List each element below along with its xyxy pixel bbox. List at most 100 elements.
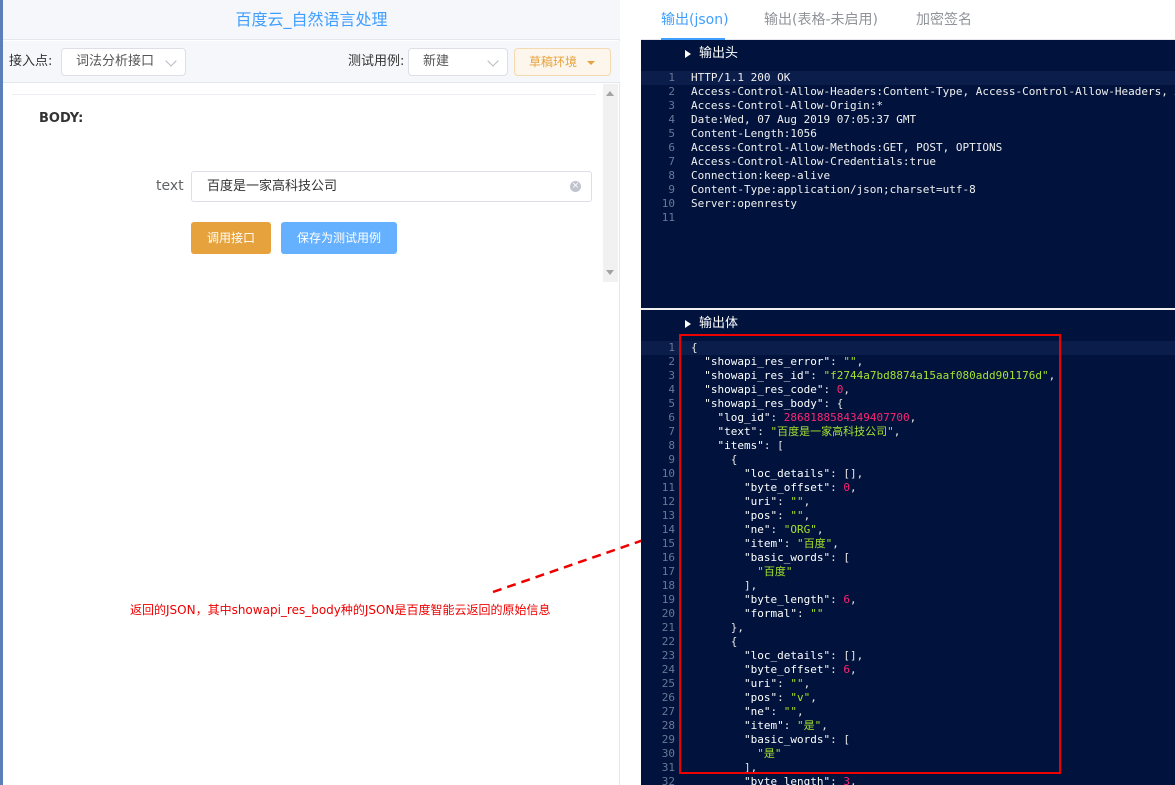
testcase-label: 测试用例: (348, 54, 405, 69)
clear-icon[interactable]: × (570, 181, 581, 192)
code-line: 20 "formal": "" (641, 607, 1175, 621)
line-number: 7 (668, 155, 675, 168)
line-number: 14 (661, 523, 675, 536)
code-line: 8 Connection:keep-alive (641, 169, 1175, 183)
code-text: "byte_offset": 0, (743, 481, 857, 494)
code-line: 6 "log_id": 2868188584349407700, (641, 411, 1175, 425)
code-line: 32 "byte_length": 3, (641, 775, 1175, 785)
line-number: 16 (661, 551, 675, 564)
scroll-down-icon[interactable] (606, 270, 614, 275)
code-text: "是" (757, 747, 782, 760)
code-text: "byte_length": 3, (743, 775, 857, 785)
form-scrollbar[interactable] (603, 84, 618, 282)
text-param-value: 百度是一家高科技公司 (207, 179, 338, 194)
line-number: 11 (661, 211, 675, 224)
code-text: "formal": "" (743, 607, 824, 620)
environment-dropdown-button[interactable]: 草稿环境 (514, 48, 611, 76)
code-text: "showapi_res_id": "f2744a7bd8874a15aaf08… (704, 369, 1056, 382)
code-text: { (691, 341, 698, 354)
code-text: Server:openresty (691, 197, 797, 210)
line-number: 5 (668, 397, 675, 410)
line-number: 19 (661, 593, 675, 606)
code-text: Content-Type:application/json;charset=ut… (691, 183, 976, 196)
code-text: "pos": "v", (743, 691, 817, 704)
endpoint-select[interactable]: 词法分析接口 (61, 48, 186, 76)
line-number: 2 (668, 85, 675, 98)
line-number: 2 (668, 355, 675, 368)
line-number: 5 (668, 127, 675, 140)
code-line: 3 Access-Control-Allow-Origin:* (641, 99, 1175, 113)
code-text: { (691, 635, 738, 648)
code-text: "pos": "", (743, 509, 811, 522)
header-code-editor[interactable]: 1 HTTP/1.1 200 OK 2 Access-Control-Allow-He… (641, 68, 1175, 308)
body-code-editor[interactable]: 1{2 "showapi_res_error": "", 3 "showapi_r… (641, 338, 1175, 785)
save-testcase-button[interactable]: 保存为测试用例 (281, 222, 397, 254)
line-number: 23 (661, 649, 675, 662)
output-header-section-toggle[interactable]: 输出头 (641, 40, 1175, 68)
line-number: 1 (668, 341, 675, 354)
code-line: 25 "uri": "", (641, 677, 1175, 691)
line-number: 4 (668, 113, 675, 126)
body-label: BODY: (39, 111, 84, 126)
code-line: 26 "pos": "v", (641, 691, 1175, 705)
response-panel: 输出(json) 输出(表格-未启用) 加密签名 输出头 1 HTTP/1.1 2… (641, 0, 1175, 785)
code-line: 3 "showapi_res_id": "f2744a7bd8874a15aaf… (641, 369, 1175, 383)
code-text: Connection:keep-alive (691, 169, 831, 182)
testcase-select[interactable]: 新建 (408, 48, 508, 76)
scroll-up-icon[interactable] (606, 91, 614, 96)
tab-signature[interactable]: 加密签名 (916, 0, 972, 40)
tab-output-table[interactable]: 输出(表格-未启用) (764, 0, 878, 40)
call-api-button[interactable]: 调用接口 (191, 222, 271, 254)
line-number: 12 (661, 495, 675, 508)
code-line: 6 Access-Control-Allow-Methods:GET, POST,… (641, 141, 1175, 155)
line-number: 17 (661, 565, 675, 578)
text-param-label: text (156, 178, 184, 194)
output-body-section-toggle[interactable]: 输出体 (641, 310, 1175, 338)
divider (12, 94, 596, 95)
code-line: 4 "showapi_res_code": 0, (641, 383, 1175, 397)
code-text: "uri": "", (743, 677, 811, 690)
code-text: "item": "百度", (743, 537, 839, 550)
environment-label: 草稿环境 (529, 55, 578, 69)
left-accent-bar (0, 0, 3, 785)
code-line: 8 "items": [ (641, 439, 1175, 453)
request-panel: 百度云_自然语言处理 接入点: 词法分析接口 测试用例: 新建 草稿环境 BOD… (0, 0, 620, 785)
text-param-input[interactable]: 百度是一家高科技公司 × (191, 171, 592, 202)
code-line: 7 Access-Control-Allow-Credentials:true (641, 155, 1175, 169)
line-number: 3 (668, 369, 675, 382)
line-number: 25 (661, 677, 675, 690)
code-text: Content-Length:1056 (691, 127, 817, 140)
caret-right-icon (685, 320, 691, 328)
annotation-note: 返回的JSON，其中showapi_res_body种的JSON是百度智能云返回… (130, 603, 551, 617)
line-number: 10 (661, 197, 675, 210)
code-text: "uri": "", (743, 495, 811, 508)
endpoint-label: 接入点: (9, 54, 53, 69)
line-number: 26 (661, 691, 675, 704)
code-line: 14 "ne": "ORG", (641, 523, 1175, 537)
code-text: { (691, 453, 738, 466)
code-line: 2 Access-Control-Allow-Headers:Content-Ty… (641, 85, 1175, 99)
code-line: 10 "loc_details": [], (641, 467, 1175, 481)
line-number: 20 (661, 607, 675, 620)
line-number: 10 (661, 467, 675, 480)
line-number: 8 (668, 439, 675, 452)
code-text: "showapi_res_body": { (704, 397, 844, 410)
code-text: "text": "百度是一家高科技公司", (717, 425, 901, 438)
code-line: 9 { (641, 453, 1175, 467)
code-text: "loc_details": [], (743, 467, 864, 480)
code-line: 12 "uri": "", (641, 495, 1175, 509)
line-number: 30 (661, 747, 675, 760)
code-line: 7 "text": "百度是一家高科技公司", (641, 425, 1175, 439)
code-line: 21 }, (641, 621, 1175, 635)
code-text: "byte_length": 6, (743, 593, 857, 606)
line-number: 32 (661, 775, 675, 785)
code-text: "byte_offset": 6, (743, 663, 857, 676)
tab-output-json[interactable]: 输出(json) (661, 0, 729, 40)
code-line: 4 Date:Wed, 07 Aug 2019 07:05:37 GMT (641, 113, 1175, 127)
line-number: 22 (661, 635, 675, 648)
output-tabs: 输出(json) 输出(表格-未启用) 加密签名 (641, 0, 1175, 40)
code-text: "showapi_res_error": "", (704, 355, 864, 368)
code-line: 28 "item": "是", (641, 719, 1175, 733)
code-line: 18 ], (641, 579, 1175, 593)
caret-right-icon (685, 50, 691, 58)
